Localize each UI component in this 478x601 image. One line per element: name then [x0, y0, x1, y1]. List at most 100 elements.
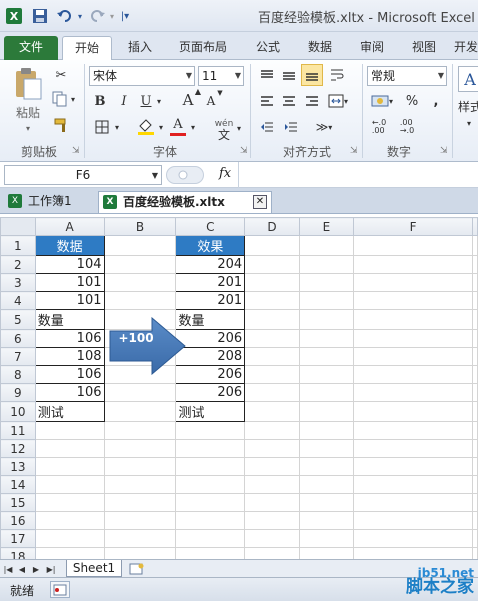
cell-c10[interactable]: 测试: [175, 401, 246, 422]
format-painter-icon[interactable]: [52, 116, 70, 134]
cell-a8[interactable]: 106: [34, 365, 105, 384]
cell-g12[interactable]: [472, 439, 478, 458]
cell-f7[interactable]: [353, 347, 473, 366]
row-header[interactable]: 6: [0, 329, 36, 348]
cell-c3[interactable]: 201: [175, 273, 246, 292]
wrap-text-icon[interactable]: [328, 66, 346, 84]
cell-c15[interactable]: [175, 493, 246, 512]
align-middle-icon[interactable]: [280, 66, 298, 84]
cell-b11[interactable]: [103, 421, 177, 440]
bold-button[interactable]: B: [92, 92, 108, 110]
cell-d5[interactable]: [244, 309, 300, 330]
styles-button-label[interactable]: 样式: [458, 98, 478, 114]
cell-d12[interactable]: [244, 439, 300, 458]
cell-g4[interactable]: [472, 291, 478, 310]
cell-b1[interactable]: [103, 235, 177, 256]
cell-b17[interactable]: [103, 529, 177, 548]
cell-a6[interactable]: 106: [34, 329, 105, 348]
cell-f4[interactable]: [353, 291, 473, 310]
cell-d9[interactable]: [244, 383, 300, 402]
workbook-tab-template[interactable]: X 百度经验模板.xltx ✕: [98, 191, 272, 213]
cell-d1[interactable]: [244, 235, 300, 256]
cell-d10[interactable]: [244, 401, 300, 422]
cell-g6[interactable]: [472, 329, 478, 348]
cell-a3[interactable]: 101: [34, 273, 105, 292]
italic-button[interactable]: I: [116, 92, 132, 110]
cell-g7[interactable]: [472, 347, 478, 366]
cell-e1[interactable]: [298, 235, 355, 256]
fill-color-dropdown-icon[interactable]: ▾: [156, 118, 166, 136]
cell-g14[interactable]: [472, 475, 478, 494]
column-header-d[interactable]: D: [244, 217, 300, 236]
cell-a2[interactable]: 104: [34, 255, 105, 274]
copy-icon[interactable]: ▾: [50, 90, 76, 108]
underline-button[interactable]: U: [138, 92, 154, 110]
align-center-icon[interactable]: [280, 92, 298, 110]
cell-e12[interactable]: [298, 439, 355, 458]
row-header[interactable]: 7: [0, 347, 36, 366]
cell-c16[interactable]: [175, 511, 246, 530]
next-sheet-icon[interactable]: ▶: [30, 562, 42, 576]
cell-g15[interactable]: [472, 493, 478, 512]
cell-a12[interactable]: [34, 439, 105, 458]
row-header[interactable]: 13: [0, 457, 36, 476]
row-header[interactable]: 1: [0, 235, 36, 256]
cell-e4[interactable]: [298, 291, 355, 310]
borders-dropdown-icon[interactable]: ▾: [112, 118, 122, 136]
cell-f3[interactable]: [353, 273, 473, 292]
macro-record-icon[interactable]: [50, 581, 70, 598]
cell-f8[interactable]: [353, 365, 473, 384]
row-header[interactable]: 11: [0, 421, 36, 440]
row-header[interactable]: 2: [0, 255, 36, 274]
tab-page-layout[interactable]: 页面布局: [170, 36, 236, 60]
cell-d14[interactable]: [244, 475, 300, 494]
styles-icon[interactable]: A: [458, 66, 478, 92]
cell-d3[interactable]: [244, 273, 300, 292]
cell-e13[interactable]: [298, 457, 355, 476]
cell-f9[interactable]: [353, 383, 473, 402]
cell-c14[interactable]: [175, 475, 246, 494]
row-header[interactable]: 12: [0, 439, 36, 458]
cell-f1[interactable]: [353, 235, 473, 256]
cell-g16[interactable]: [472, 511, 478, 530]
insert-function-icon[interactable]: fx: [219, 166, 231, 181]
cell-d11[interactable]: [244, 421, 300, 440]
decrease-decimal-icon[interactable]: .00 →.0: [396, 118, 418, 136]
workbook-tab-book1[interactable]: X 工作簿1: [4, 191, 94, 213]
cell-d2[interactable]: [244, 255, 300, 274]
cell-g11[interactable]: [472, 421, 478, 440]
cell-e14[interactable]: [298, 475, 355, 494]
tab-home[interactable]: 开始: [62, 36, 112, 60]
column-header-g[interactable]: [472, 217, 478, 236]
cell-b13[interactable]: [103, 457, 177, 476]
formula-bar-expand-handle[interactable]: [166, 166, 204, 184]
cell-c11[interactable]: [175, 421, 246, 440]
cell-c4[interactable]: 201: [175, 291, 246, 310]
cell-c9[interactable]: 206: [175, 383, 246, 402]
increase-decimal-icon[interactable]: ←.0.00: [368, 118, 390, 136]
row-header[interactable]: 14: [0, 475, 36, 494]
redo-icon[interactable]: [86, 6, 108, 26]
cell-c18[interactable]: [175, 547, 246, 559]
cell-f5[interactable]: [353, 309, 473, 330]
cell-c1[interactable]: 效果: [175, 235, 246, 256]
paste-dropdown-icon[interactable]: ▾: [20, 122, 36, 134]
cell-f10[interactable]: [353, 401, 473, 422]
cell-a7[interactable]: 108: [34, 347, 105, 366]
tab-file[interactable]: 文件: [4, 36, 58, 60]
cell-e2[interactable]: [298, 255, 355, 274]
cell-b9[interactable]: [103, 383, 177, 402]
tab-developer[interactable]: 开发: [454, 36, 478, 60]
increase-indent-icon[interactable]: [282, 118, 300, 136]
redo-dropdown-icon[interactable]: ▾: [108, 6, 116, 26]
cell-b3[interactable]: [103, 273, 177, 292]
percent-button[interactable]: %: [404, 92, 420, 110]
undo-icon[interactable]: [54, 6, 76, 26]
cell-f2[interactable]: [353, 255, 473, 274]
fill-color-icon[interactable]: [136, 116, 156, 136]
column-header-a[interactable]: A: [34, 217, 105, 236]
cell-a1[interactable]: 数据: [34, 235, 105, 256]
cell-e6[interactable]: [298, 329, 355, 348]
cell-f17[interactable]: [353, 529, 473, 548]
phonetic-guide-icon[interactable]: 文: [212, 128, 236, 142]
